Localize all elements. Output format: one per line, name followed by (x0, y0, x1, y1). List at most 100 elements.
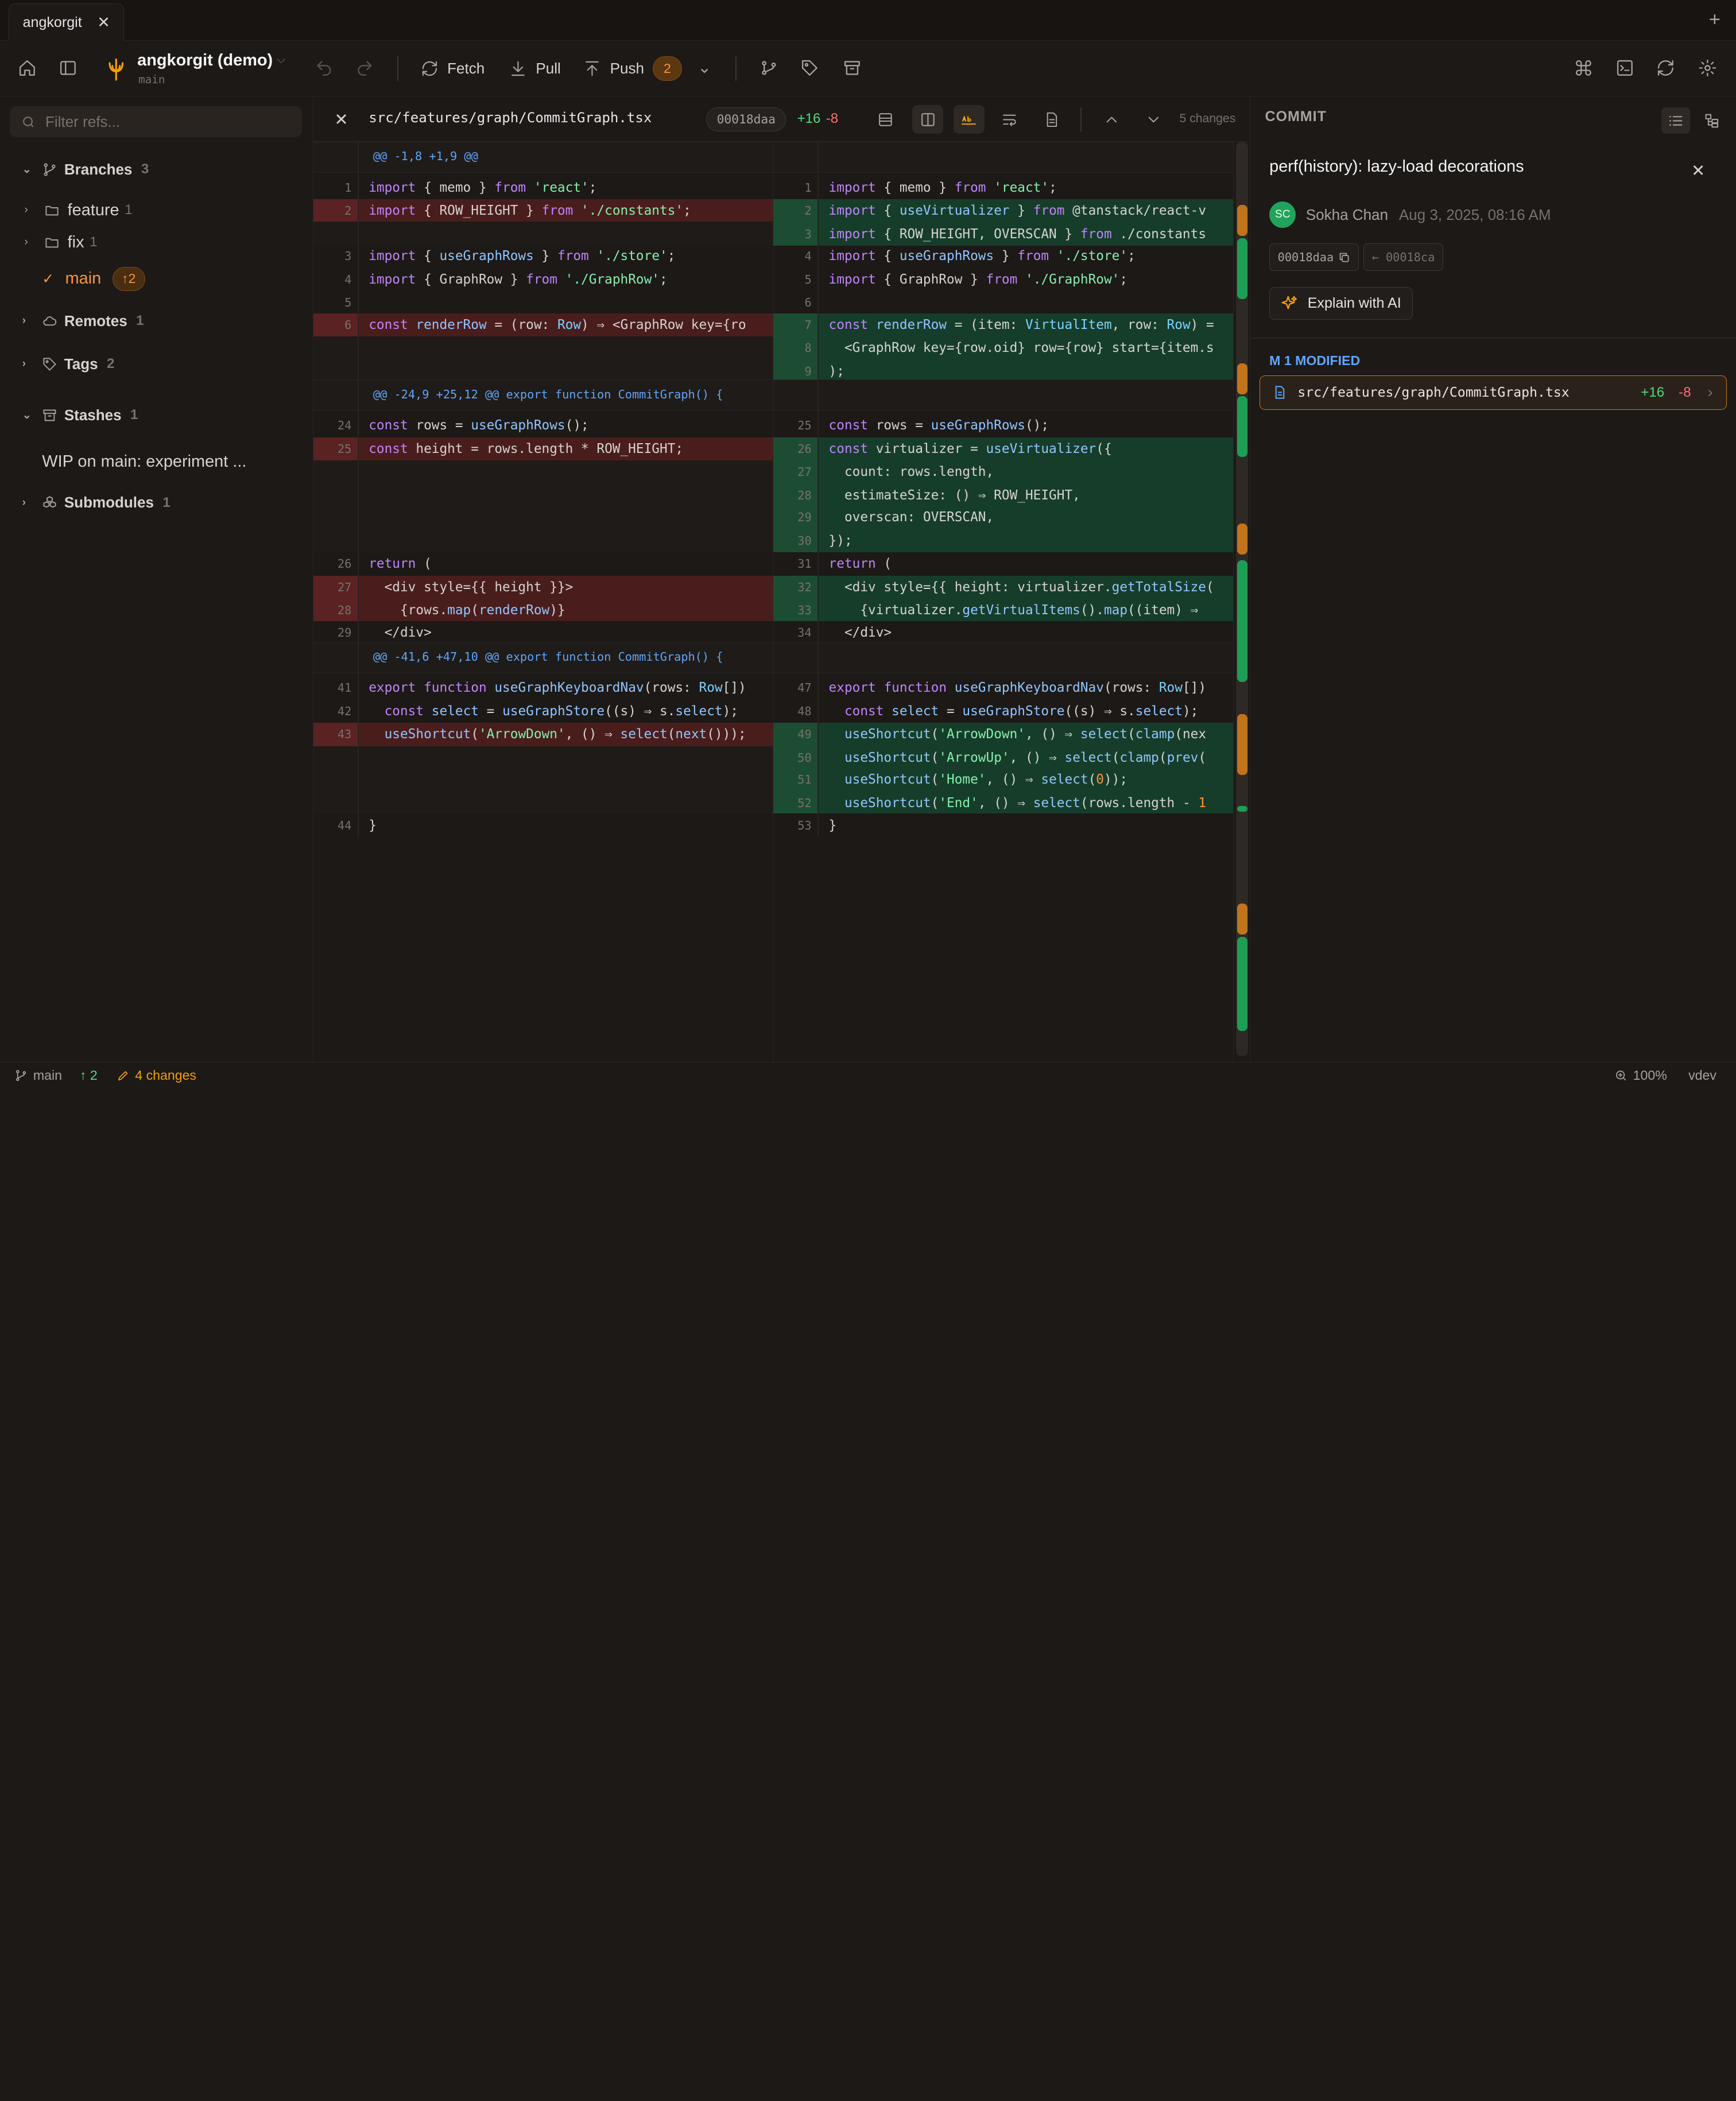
code-line: ); (828, 363, 844, 379)
tag-icon[interactable] (800, 59, 819, 77)
code-line: const virtualizer = useVirtualizer({ (828, 441, 1112, 456)
section-stashes[interactable]: ⌄ Stashes 1 (22, 402, 138, 428)
line-number: 5 (773, 268, 819, 291)
branch-main[interactable]: ✓ main ↑2 (42, 266, 145, 292)
pull-button[interactable]: Pull (509, 55, 561, 82)
redo-icon[interactable] (355, 59, 374, 77)
chevron-down-icon[interactable] (1138, 105, 1169, 134)
section-branches[interactable]: ⌄ Branches 3 (22, 156, 149, 183)
explain-with-ai-button[interactable]: Explain with AI (1269, 286, 1413, 320)
status-changes[interactable]: 4 changes (117, 1068, 196, 1083)
close-icon[interactable]: ✕ (334, 110, 348, 130)
folder-feature[interactable]: › feature 1 (24, 197, 132, 223)
ahead-badge: ↑2 (112, 266, 145, 292)
chevron-up-icon[interactable] (1096, 105, 1127, 134)
sidebar-toggle-icon[interactable] (59, 59, 78, 77)
status-branch[interactable]: main (14, 1068, 62, 1083)
stash-item[interactable]: WIP on main: experiment ... (42, 448, 246, 475)
commit-author: Sokha Chan (1305, 206, 1388, 223)
section-remotes[interactable]: › Remotes 1 (22, 308, 144, 334)
branch-icon (16, 1070, 26, 1081)
remotes-label: Remotes (64, 312, 127, 330)
line-number: 2 (313, 199, 359, 223)
commit-message: perf(history): lazy-load decorations (1269, 157, 1524, 176)
undo-icon[interactable] (315, 59, 334, 77)
code-line: overscan: OVERSCAN, (828, 510, 994, 525)
refs-sidebar: ⌄ Branches 3 › feature 1 › fix 1 ✓ main … (0, 96, 313, 1062)
tree-view-icon[interactable] (1698, 107, 1727, 134)
hunk-header: @@ -1,8 +1,9 @@ (373, 149, 478, 164)
repo-branch: main (138, 73, 165, 87)
unified-view-icon[interactable] (870, 105, 901, 134)
code-line: <div style={{ height }}> (369, 579, 574, 595)
sync-icon[interactable] (1656, 59, 1675, 77)
diff-minimap-scrollbar[interactable] (1233, 141, 1250, 1062)
filter-refs[interactable] (10, 106, 303, 138)
archive-icon[interactable] (843, 59, 862, 77)
line-number: 4 (313, 268, 359, 291)
line-number: 50 (773, 746, 819, 769)
section-submodules[interactable]: › Submodules 1 (22, 489, 170, 515)
commit-author-line: Sokha Chan Aug 3, 2025, 08:16 AM (1306, 206, 1551, 224)
divider (397, 56, 399, 81)
chevron-down-icon[interactable]: ⌄ (698, 57, 711, 77)
stashes-label: Stashes (64, 406, 122, 424)
push-button[interactable]: Push 2 (583, 55, 682, 82)
code-line: <div style={{ height: virtualizer.getTot… (828, 579, 1214, 595)
wrap-lines-icon[interactable] (994, 105, 1025, 134)
filter-refs-input[interactable] (45, 113, 267, 131)
folder-icon (45, 238, 59, 248)
code-line: import { useGraphRows } from './store'; (828, 249, 1136, 264)
section-tags[interactable]: › Tags 2 (22, 351, 115, 377)
line-number: 29 (313, 621, 359, 645)
close-icon[interactable]: ✕ (1691, 161, 1705, 181)
status-changes-label: 4 changes (135, 1068, 196, 1083)
diff-right-column: 1 import { memo } from 'react'; 2 import { … (773, 141, 1234, 1062)
gutter-divider (357, 141, 359, 837)
new-tab-icon[interactable]: + (1709, 9, 1720, 31)
file-icon[interactable] (1036, 105, 1067, 134)
status-zoom[interactable]: 100% (1614, 1068, 1667, 1083)
code-line: export function useGraphKeyboardNav(rows… (369, 680, 746, 696)
diff-spacer-row (313, 746, 773, 814)
line-number: 24 (313, 414, 359, 437)
line-number: 28 (313, 599, 359, 622)
code-line: useShortcut('Home', () ⇒ select(0)); (844, 772, 1128, 788)
commit-sha-pill[interactable]: 00018daa (1269, 243, 1359, 272)
terminal-icon[interactable] (1615, 59, 1634, 77)
folder-icon (45, 206, 59, 216)
chevron-right-icon: › (24, 236, 28, 249)
line-number: 31 (773, 552, 819, 576)
line-number: 30 (773, 529, 819, 552)
line-number: 3 (313, 245, 359, 268)
tab-angkorgit[interactable]: angkorgit ✕ (9, 3, 124, 41)
close-icon[interactable]: ✕ (97, 14, 110, 32)
line-number: 1 (773, 176, 819, 199)
copy-icon[interactable] (1338, 251, 1350, 263)
branch-create-icon[interactable] (760, 59, 778, 77)
hunk-header-row (773, 642, 1234, 673)
diff-sha[interactable]: 00018daa (706, 107, 786, 132)
list-view-icon[interactable] (1661, 107, 1691, 134)
code-line: estimateSize: () ⇒ ROW_HEIGHT, (828, 487, 1080, 503)
changes-count: 5 changes (1179, 111, 1236, 125)
app-window: angkorgit ✕ + angkorgit (demo) main ⌵ Fe… (0, 0, 1736, 1090)
status-zoom-label: 100% (1633, 1068, 1667, 1083)
change-marker (1237, 396, 1247, 458)
line-number: 29 (773, 506, 819, 529)
home-icon[interactable] (18, 59, 37, 77)
gear-icon[interactable] (1698, 59, 1717, 77)
code-line: import { useGraphRows } from './store'; (369, 249, 676, 264)
repo-selector[interactable]: angkorgit (demo) main ⌵ (104, 50, 303, 90)
commit-sha: 00018daa (1277, 250, 1334, 265)
code-line: {virtualizer.getVirtualItems().map((item… (828, 603, 1199, 618)
fetch-button[interactable]: Fetch (421, 55, 485, 82)
command-icon[interactable] (1574, 59, 1593, 77)
parent-sha-pill[interactable]: ← 00018ca (1363, 243, 1443, 272)
split-view-icon[interactable] (912, 105, 944, 134)
folder-fix[interactable]: › fix 1 (24, 229, 97, 255)
word-diff-icon[interactable] (953, 105, 985, 134)
chevron-down-icon: ⌄ (22, 409, 32, 422)
changed-file-row[interactable]: src/features/graph/CommitGraph.tsx +16 -… (1259, 375, 1727, 410)
chevron-right-icon: › (22, 358, 26, 370)
